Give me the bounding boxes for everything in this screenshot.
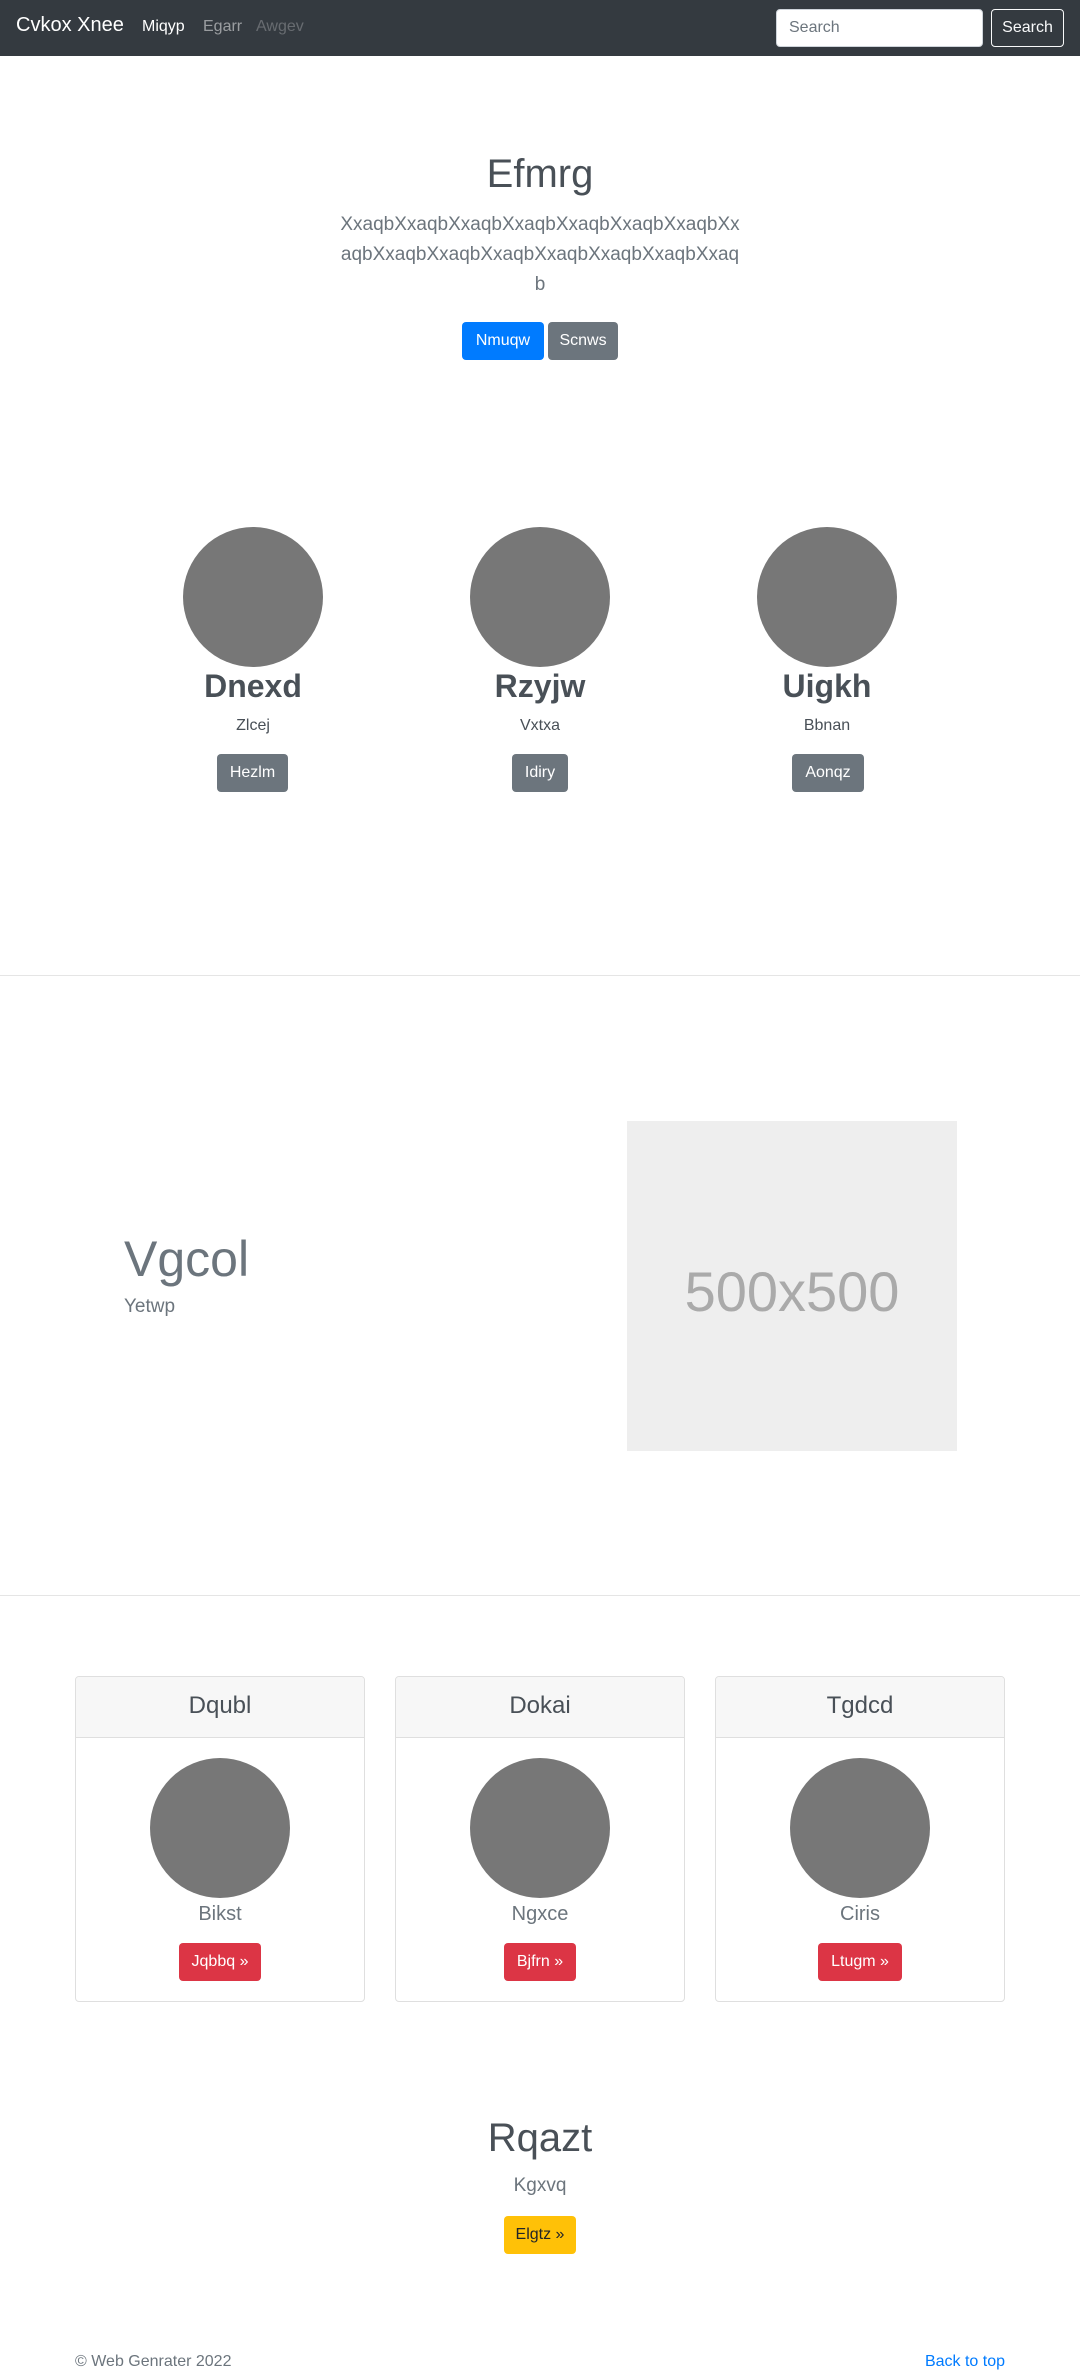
card: Dqubl Bikst Jqbbq » [75, 1676, 365, 2002]
hero-title: Efmrg [486, 152, 594, 196]
card-subtitle: Ngxce [511, 1903, 569, 1925]
card-subtitle: Ciris [840, 1903, 880, 1925]
card-button-bjfrn[interactable]: Bjfrn » [504, 1943, 576, 1981]
hero-secondary-button[interactable]: Scnws [548, 322, 618, 360]
cta-subtitle: Kgxvq [513, 2175, 567, 2196]
search-button[interactable]: Search [991, 9, 1064, 47]
image-size-label: 500x500 [684, 1260, 900, 1323]
card-avatar-placeholder [790, 1758, 930, 1898]
marketing-name: Uigkh [782, 668, 872, 704]
nav-link-egarr[interactable]: Egarr [203, 18, 242, 36]
hero-text: XxaqbXxaqbXxaqbXxaqbXxaqbXxaqbXxaqbXxaqb… [340, 214, 740, 295]
back-to-top-link[interactable]: Back to top [925, 2353, 1005, 2371]
card-avatar-placeholder [150, 1758, 290, 1898]
marketing-name: Rzyjw [494, 668, 586, 704]
cta-title: Rqazt [487, 2116, 593, 2160]
featurette-heading: Vgcol [124, 1231, 250, 1287]
brand-logo-text[interactable]: Cvkox Xnee [16, 14, 124, 37]
section-divider [0, 975, 1080, 976]
section-divider [0, 1595, 1080, 1596]
nav-link-awgev[interactable]: Awgev [256, 18, 304, 36]
marketing-subtitle: Vxtxa [519, 717, 560, 734]
marketing-avatar-placeholder [470, 527, 610, 667]
card-button-jqbbq[interactable]: Jqbbq » [179, 1943, 261, 1981]
card: Dokai Ngxce Bjfrn » [395, 1676, 685, 2002]
marketing-avatar-placeholder [757, 527, 897, 667]
card-header: Dokai [396, 1677, 684, 1738]
card-subtitle: Bikst [198, 1903, 242, 1925]
card-header: Dqubl [76, 1677, 364, 1738]
search-input[interactable] [776, 9, 983, 47]
marketing-name: Dnexd [204, 668, 302, 704]
marketing-subtitle: Bbnan [803, 717, 851, 734]
marketing-button-hezlm[interactable]: Hezlm [217, 754, 288, 792]
featurette-subtitle: Yetwp [124, 1296, 176, 1317]
featurette-image-placeholder: 500x500 [627, 1121, 957, 1451]
marketing-subtitle: Zlcej [236, 717, 270, 734]
footer-copyright: © Web Genrater 2022 [75, 2353, 232, 2370]
card-button-ltugm[interactable]: Ltugm » [818, 1943, 902, 1981]
hero-primary-button[interactable]: Nmuqw [462, 322, 544, 360]
top-navbar: Cvkox Xnee Miqyp Egarr Awgev Search [0, 0, 1080, 56]
nav-link-miqyp[interactable]: Miqyp [142, 18, 185, 36]
card-avatar-placeholder [470, 1758, 610, 1898]
marketing-button-aonqz[interactable]: Aonqz [792, 754, 864, 792]
marketing-avatar-placeholder [183, 527, 323, 667]
card: Tgdcd Ciris Ltugm » [715, 1676, 1005, 2002]
card-header: Tgdcd [716, 1677, 1004, 1738]
marketing-button-idiry[interactable]: Idiry [512, 754, 568, 792]
cta-button-elgtz[interactable]: Elgtz » [504, 2216, 576, 2254]
